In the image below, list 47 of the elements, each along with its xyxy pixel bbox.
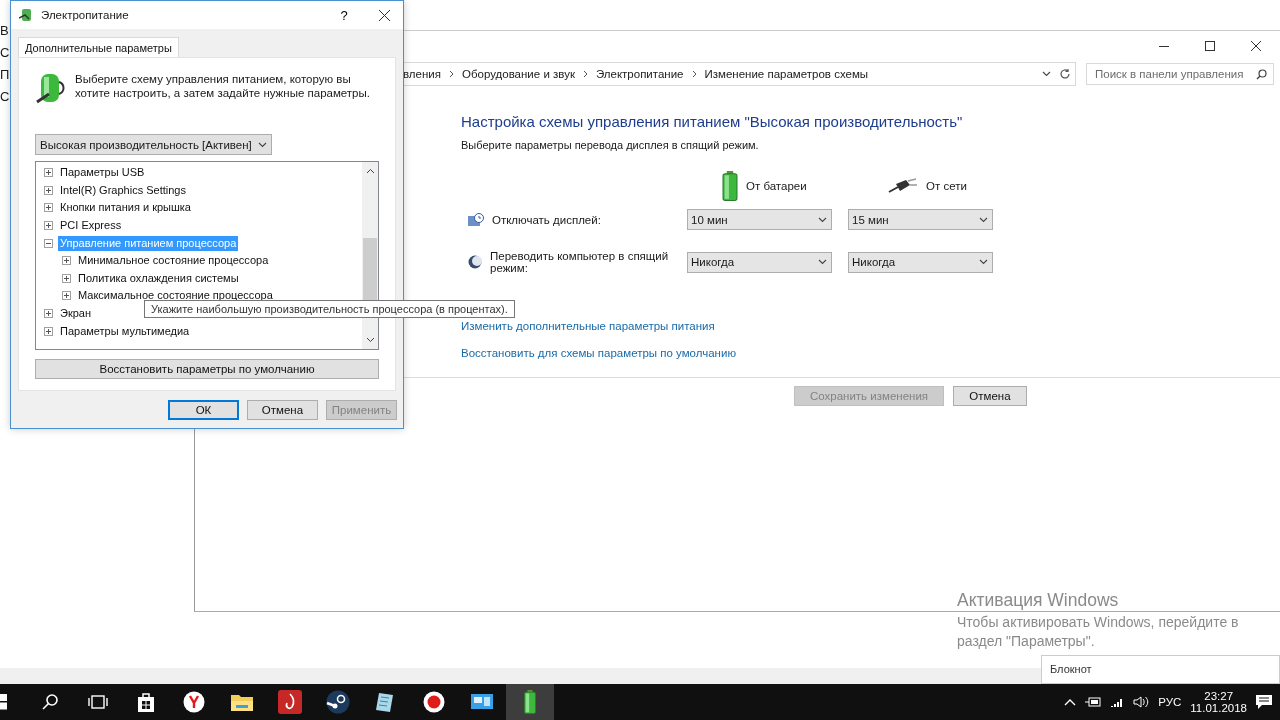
language-indicator[interactable]: РУС: [1158, 696, 1182, 708]
link[interactable]: Изменить дополнительные параметры питания: [461, 320, 715, 332]
tree-item[interactable]: Кнопки питания и крышка: [58, 200, 193, 216]
tree-item[interactable]: Intel(R) Graphics Settings: [58, 182, 188, 198]
column-heading: От сети: [926, 180, 967, 192]
window-text: С: [0, 88, 11, 105]
dropdown[interactable]: 15 мин: [848, 209, 993, 230]
activation-text: Чтобы активировать Windows, перейдите в раздел "Параметры".: [957, 613, 1240, 651]
window-text: П: [0, 66, 11, 83]
window-title: Электропитание: [41, 9, 130, 21]
window-text: В: [0, 22, 10, 39]
dropdown[interactable]: Никогда: [848, 251, 993, 273]
tab[interactable]: Дополнительные параметры: [18, 37, 179, 57]
tree-item[interactable]: Политика охлаждения системы: [76, 270, 241, 286]
page-heading: Настройка схемы управления питанием "Высокая производительность": [461, 113, 964, 130]
breadcrumb-item[interactable]: Электропитание: [595, 68, 684, 80]
cancel-button[interactable]: Отмена: [247, 400, 318, 420]
tree-item[interactable]: Экран: [58, 306, 94, 322]
link[interactable]: Восстановить для схемы параметры по умолчанию: [461, 347, 736, 359]
subtitle: Выберите параметры перевода дисплея в спящий режим.: [461, 139, 760, 151]
breadcrumb-item[interactable]: Оборудование и звук: [461, 68, 575, 80]
breadcrumb-item[interactable]: Изменение параметров схемы: [704, 68, 869, 80]
clock-date[interactable]: 11.01.2018: [1190, 702, 1247, 714]
dropdown[interactable]: Никогда: [687, 251, 832, 273]
plan-dropdown[interactable]: Высокая производительность [Активен]: [35, 134, 272, 155]
preview-title: Блокнот: [1050, 663, 1092, 675]
tree-item[interactable]: Минимальное состояние процессора: [76, 253, 271, 269]
tree-item[interactable]: Параметры USB: [58, 165, 147, 181]
restore-defaults-button[interactable]: Восстановить параметры по умолчанию: [35, 359, 379, 379]
instruction-text: Выберите схему управления питанием, которую вы хотите настроить, а затем задайте нужные параметры.: [75, 72, 371, 100]
window-text: С: [0, 44, 11, 61]
setting-label: Переводить компьютер в спящий режим:: [490, 250, 670, 274]
column-heading: От батареи: [746, 180, 807, 192]
clock-time[interactable]: 23:27: [1204, 690, 1234, 702]
tree-item[interactable]: PCI Express: [58, 218, 124, 234]
cancel-button[interactable]: Отмена: [953, 386, 1027, 406]
dropdown[interactable]: 10 мин: [687, 209, 832, 230]
setting-label: Отключать дисплей:: [492, 213, 602, 226]
taskbar-preview[interactable]: Блокнот: [1041, 655, 1280, 684]
breadcrumb-item[interactable]: вления: [403, 68, 441, 80]
ok-button[interactable]: ОК: [168, 400, 239, 420]
search-field[interactable]: Поиск в панели управления: [1086, 63, 1274, 85]
tree-item[interactable]: Параметры мультимедиа: [58, 323, 192, 339]
help-button[interactable]: ?: [329, 7, 359, 23]
activation-title: Активация Windows: [957, 590, 1120, 611]
tooltip: Укажите наибольшую производительность процессора (в процентах).: [144, 300, 515, 318]
address-bar[interactable]: вления Оборудование и звук Электропитание Изменение параметров схемы: [403, 62, 1076, 86]
